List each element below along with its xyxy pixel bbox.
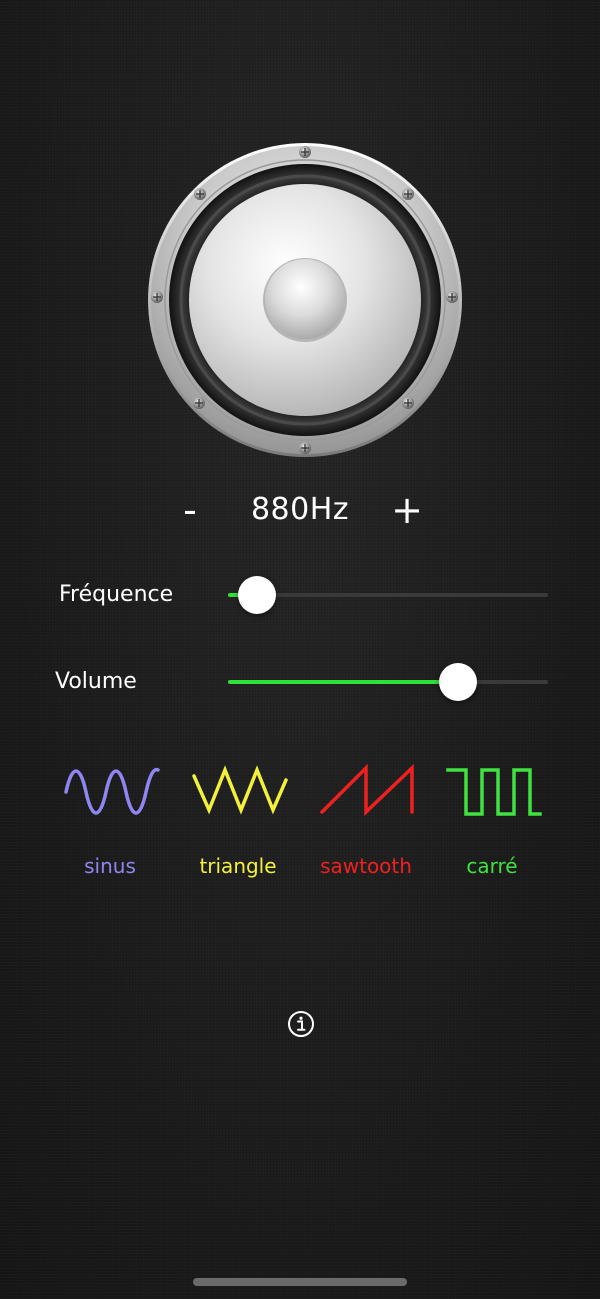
volume-slider[interactable] [228, 662, 548, 702]
frequency-slider-row: Fréquence [0, 575, 600, 615]
increase-frequency-button[interactable]: + [377, 480, 437, 540]
volume-slider-row: Volume [0, 662, 600, 702]
waveform-carre-button[interactable]: carré [428, 760, 556, 890]
sawtooth-wave-icon [320, 763, 414, 817]
frequency-slider[interactable] [228, 575, 548, 615]
info-button[interactable] [287, 1010, 315, 1038]
decrease-frequency-button[interactable]: - [160, 480, 220, 540]
waveform-sawtooth-button[interactable]: sawtooth [302, 760, 430, 890]
frequency-slider-label: Fréquence [59, 582, 174, 607]
waveform-label: triangle [199, 854, 277, 878]
waveform-sinus-button[interactable]: sinus [46, 760, 174, 890]
frequency-control: - 880Hz + [0, 480, 600, 540]
home-indicator[interactable] [193, 1278, 407, 1286]
slider-thumb[interactable] [238, 576, 276, 614]
frequency-value: 880Hz [250, 492, 350, 527]
square-wave-icon [446, 768, 542, 816]
waveform-label: sawtooth [320, 854, 412, 878]
info-icon [288, 1011, 314, 1037]
sine-wave-icon [64, 767, 160, 815]
volume-slider-label: Volume [55, 669, 137, 694]
slider-thumb[interactable] [439, 663, 477, 701]
waveform-label: sinus [84, 854, 136, 878]
slider-fill [228, 680, 458, 684]
waveform-selector: sinus triangle sawtooth carré [46, 760, 556, 890]
slider-track [228, 593, 548, 597]
waveform-triangle-button[interactable]: triangle [174, 760, 302, 890]
waveform-label: carré [466, 854, 518, 878]
speaker-icon [147, 142, 463, 458]
triangle-wave-icon [192, 765, 288, 815]
